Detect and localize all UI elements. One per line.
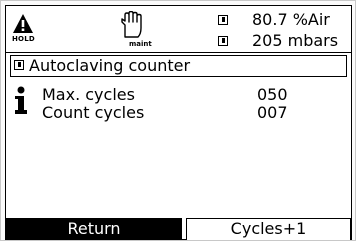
hold-status: HOLD (12, 13, 35, 47)
return-button[interactable]: Return (6, 218, 182, 240)
menu-title: Autoclaving counter (29, 56, 191, 75)
softkey-bar: Return Cycles+1 (6, 218, 351, 240)
hand-icon (121, 10, 142, 38)
channel-square-icon (14, 60, 24, 70)
cycles-plus-one-button[interactable]: Cycles+1 (186, 218, 351, 240)
info-icon (15, 86, 27, 114)
device-frame: HOLD maint 80.7 %Air 205 mbars Autoclavi… (0, 0, 356, 241)
max-cycles-value: 050 (257, 85, 288, 104)
maintenance-status: maint (119, 10, 153, 49)
channel-square-icon (218, 15, 228, 25)
header-divider (6, 52, 351, 53)
warning-triangle-icon (13, 14, 33, 33)
reading-pressure: 205 mbars (252, 31, 339, 50)
display-screen: HOLD maint 80.7 %Air 205 mbars Autoclavi… (5, 5, 352, 240)
channel-square-icon (218, 36, 228, 46)
menu-title-box: Autoclaving counter (10, 55, 347, 77)
count-cycles-label: Count cycles (42, 103, 145, 122)
maint-label: maint (129, 40, 152, 48)
count-cycles-value: 007 (257, 103, 288, 122)
hold-label: HOLD (12, 35, 35, 43)
reading-oxygen: 80.7 %Air (252, 10, 330, 29)
max-cycles-label: Max. cycles (42, 85, 135, 104)
